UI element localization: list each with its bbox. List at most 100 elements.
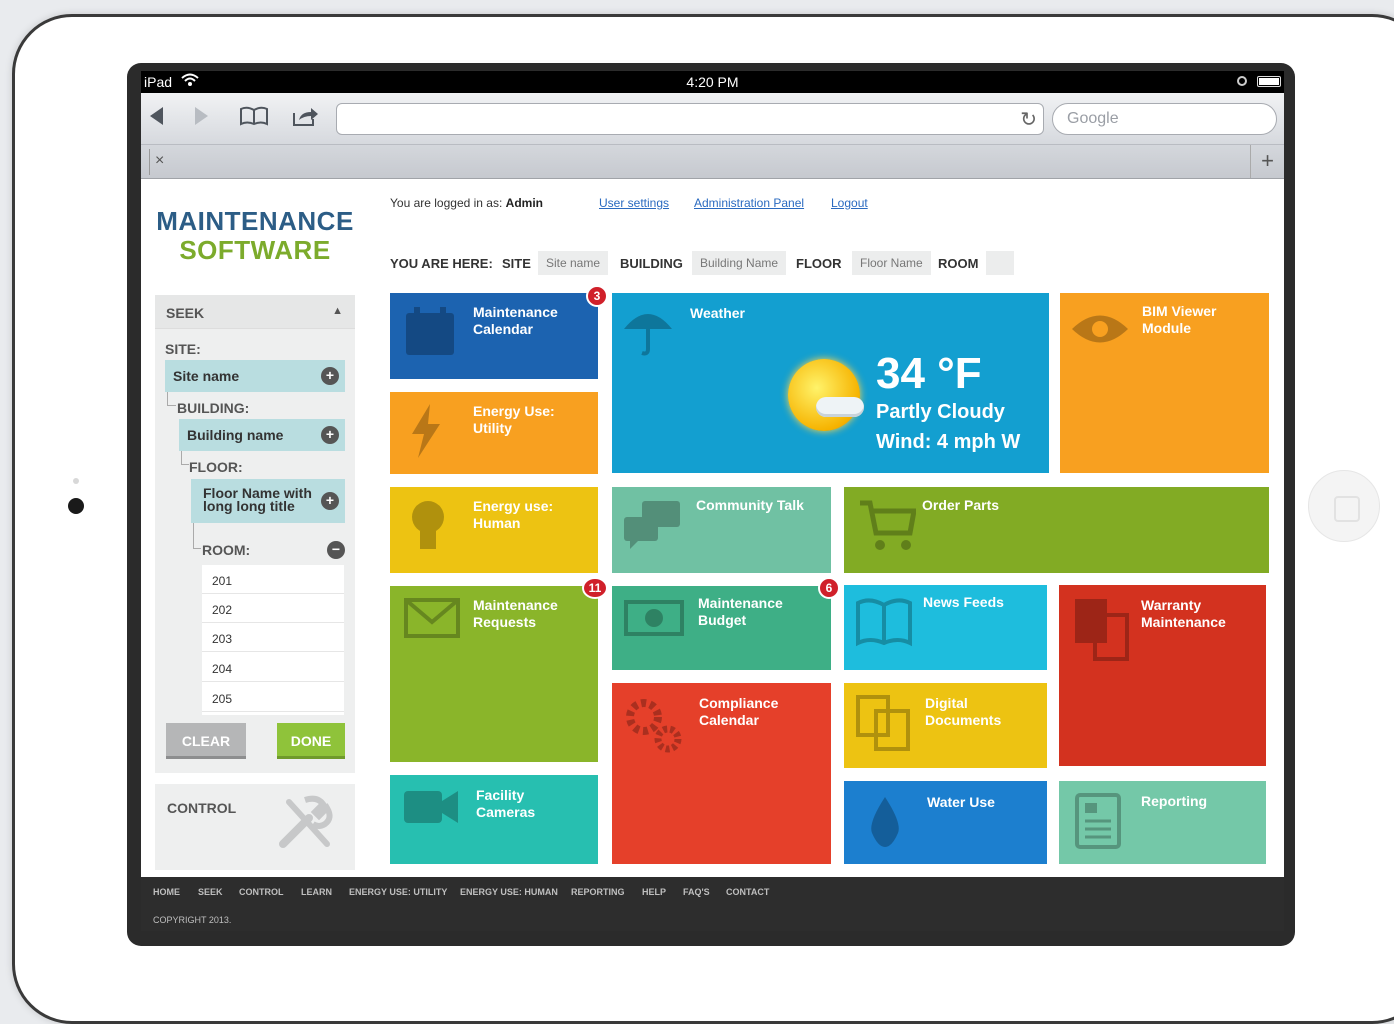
gears-icon [622,695,684,766]
tile-label: Maintenance Calendar [473,304,558,337]
breadcrumb-building-label: BUILDING [620,256,683,271]
expand-plus-icon[interactable]: + [321,492,339,510]
seek-title: SEEK [166,305,205,321]
room-item[interactable]: 201 [202,565,344,594]
tile-label: Warranty Maintenance [1141,597,1226,630]
room-item[interactable]: 204 [202,653,344,682]
seek-floor-item[interactable]: Floor Name with long long title + [191,479,345,523]
seek-room-row[interactable]: ROOM: − [202,533,345,565]
water-drop-icon [868,797,902,858]
forward-icon[interactable] [193,105,211,133]
eye-icon [1070,307,1130,357]
tile-news-feeds[interactable]: News Feeds [844,585,1047,670]
notification-badge: 11 [582,577,608,599]
tile-energy-human[interactable]: Energy use: Human [390,487,598,573]
breadcrumb-prefix: YOU ARE HERE: [390,256,493,271]
tile-order-parts[interactable]: Order Parts [844,487,1269,573]
room-item[interactable]: 203 [202,623,344,652]
collapse-minus-icon[interactable]: − [327,541,345,559]
search-input[interactable]: Google [1052,103,1277,135]
footer-link-energy-human[interactable]: ENERGY USE: HUMAN [460,887,558,897]
footer-link-energy-utility[interactable]: ENERGY USE: UTILITY [349,887,447,897]
tile-warranty-maintenance[interactable]: Warranty Maintenance [1059,585,1266,766]
tile-energy-utility[interactable]: Energy Use: Utility [390,392,598,474]
logout-link[interactable]: Logout [831,196,868,210]
footer-link-seek[interactable]: SEEK [198,887,223,897]
seek-room-label: ROOM: [202,542,251,558]
footer-link-contact[interactable]: CONTACT [726,887,769,897]
tile-maintenance-budget[interactable]: Maintenance Budget [612,586,831,670]
close-tab-icon[interactable]: × [155,152,164,170]
room-item[interactable]: 205 [202,683,344,712]
control-title: CONTROL [167,800,237,816]
home-button[interactable] [1308,470,1380,542]
new-tab-button[interactable]: + [1250,145,1284,178]
room-item[interactable]: 202 [202,594,344,623]
site-logo[interactable]: MAINTENANCE SOFTWARE [154,207,356,265]
shopping-cart-icon [858,499,917,564]
clock: 4:20 PM [686,74,739,90]
collapse-arrow-icon[interactable]: ▲ [332,305,343,317]
control-panel[interactable]: CONTROL [155,784,355,870]
expand-plus-icon[interactable]: + [321,367,339,385]
url-bar[interactable]: ↻ [336,103,1044,135]
footer-link-help[interactable]: HELP [642,887,666,897]
seek-header[interactable]: SEEK ▲ [155,295,355,329]
user-settings-link[interactable]: User settings [599,196,669,210]
lightning-icon [410,404,442,469]
notification-badge: 6 [818,577,840,599]
footer-link-control[interactable]: CONTROL [239,887,284,897]
tree-connector [193,523,201,549]
login-prefix: You are logged in as: [390,196,506,210]
tile-reporting[interactable]: Reporting [1059,781,1266,864]
tile-weather[interactable]: Weather 34 °F Partly Cloudy Wind: 4 mph … [612,293,1049,473]
back-icon[interactable] [147,105,165,133]
tile-label: Energy use: Human [473,498,554,531]
tile-maintenance-requests[interactable]: Maintenance Requests [390,586,598,762]
web-page: MAINTENANCE SOFTWARE You are logged in a… [141,179,1284,931]
tile-community-talk[interactable]: Community Talk [612,487,831,573]
tile-label: Maintenance Requests [473,597,558,630]
tab-divider [149,149,150,175]
footer-link-reporting[interactable]: REPORTING [571,887,625,897]
tile-digital-documents[interactable]: Digital Documents [844,683,1047,768]
screen: iPad 4:20 PM ↻ Google × + MAINTENANCE SO… [141,71,1284,931]
files-icon [1073,597,1131,672]
footer-link-faqs[interactable]: FAQ'S [683,887,710,897]
seek-building-item[interactable]: Building name + [179,419,345,451]
reload-icon[interactable]: ↻ [1020,107,1037,132]
tile-label: Water Use [927,794,995,810]
tile-label: Weather [690,305,745,321]
footer-link-learn[interactable]: LEARN [301,887,332,897]
breadcrumb-building-value[interactable]: Building Name [692,251,787,275]
news-book-icon [856,597,912,658]
front-camera [68,498,84,514]
tile-label: Reporting [1141,793,1208,809]
seek-site-item[interactable]: Site name + [165,360,345,392]
tile-bim-viewer[interactable]: BIM Viewer Module [1060,293,1269,473]
tile-label: Compliance Calendar [699,695,779,728]
expand-plus-icon[interactable]: + [321,426,339,444]
breadcrumb-room-label: ROOM [938,256,979,271]
share-icon[interactable] [291,105,319,133]
admin-panel-link[interactable]: Administration Panel [694,196,804,210]
tree-connector [181,451,189,465]
front-sensor [73,478,79,484]
tile-compliance-calendar[interactable]: Compliance Calendar [612,683,831,864]
breadcrumb-floor-label: FLOOR [796,256,842,271]
breadcrumb-floor-value[interactable]: Floor Name [852,251,931,275]
breadcrumb-site-value[interactable]: Site name [538,251,609,275]
done-button[interactable]: DONE [277,723,345,759]
notification-badge: 3 [586,285,608,307]
documents-icon [856,695,912,762]
tools-icon [275,792,337,866]
tile-facility-cameras[interactable]: Facility Cameras [390,775,598,864]
tile-label: Energy Use: Utility [473,403,555,436]
footer-link-home[interactable]: HOME [153,887,180,897]
copyright-text: COPYRIGHT 2013. [153,915,232,925]
tile-maintenance-calendar[interactable]: Maintenance Calendar [390,293,598,379]
clear-button[interactable]: CLEAR [166,723,246,759]
tile-water-use[interactable]: Water Use [844,781,1047,864]
bookmarks-icon[interactable] [239,105,269,133]
breadcrumb-room-value[interactable] [986,251,1014,275]
